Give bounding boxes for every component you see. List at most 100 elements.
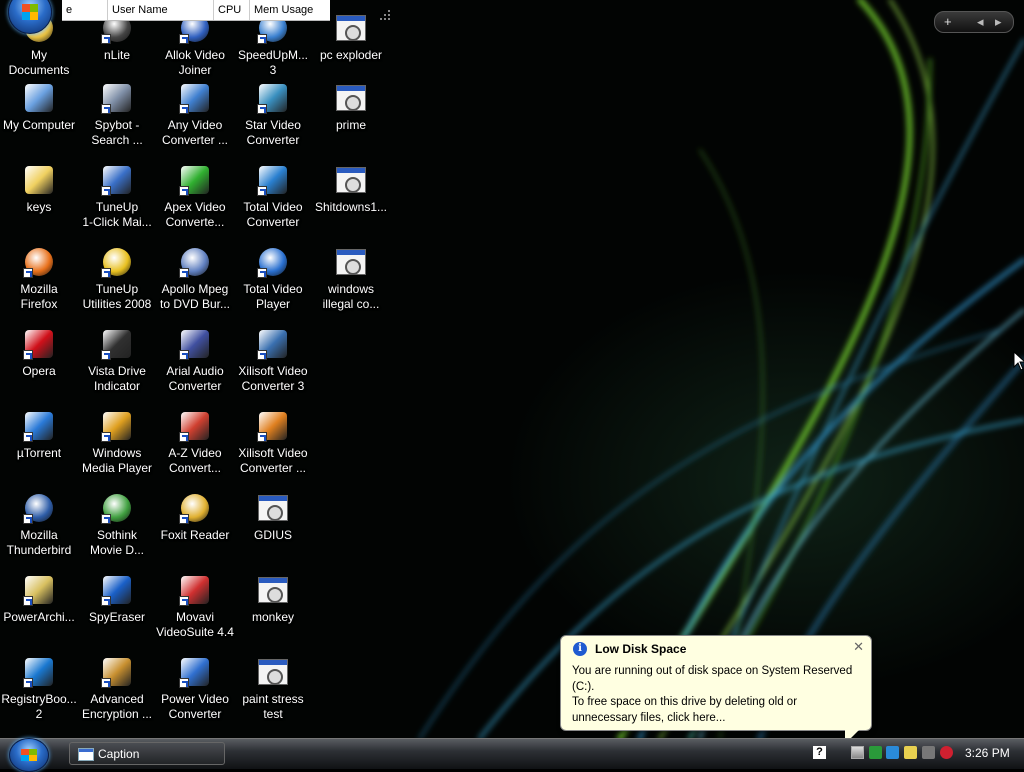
desktop-icon[interactable]: Opera [0, 328, 78, 410]
clock[interactable]: 3:26 PM [965, 746, 1010, 760]
add-gadget-button[interactable]: + [944, 14, 952, 29]
application-window-icon [257, 574, 289, 606]
shortcut-arrow-icon [23, 678, 33, 688]
desktop-icon[interactable]: Apollo Mpeg to DVD Bur... [156, 246, 234, 328]
desktop-icon-label: nLite [103, 48, 131, 62]
desktop-icon[interactable]: windows illegal co... [312, 246, 390, 328]
column-header-mem-usage[interactable]: Mem Usage [250, 0, 330, 20]
shortcut-arrow-icon [23, 432, 33, 442]
drive-indicator-icon [101, 328, 133, 360]
desktop-icon-label: Foxit Reader [160, 528, 230, 542]
desktop-icon[interactable]: keys [0, 164, 78, 246]
desktop-icon[interactable]: RegistryBoo... 2 [0, 656, 78, 738]
start-button[interactable] [9, 738, 49, 772]
desktop-icon[interactable]: Total Video Converter [234, 164, 312, 246]
thunderbird-icon [23, 492, 55, 524]
desktop-icon[interactable]: TuneUp Utilities 2008 [78, 246, 156, 328]
desktop-icon[interactable]: A-Z Video Convert... [156, 410, 234, 492]
help-icon[interactable]: ? [813, 746, 826, 759]
arial-audio-icon [179, 328, 211, 360]
desktop-icon[interactable]: Vista Drive Indicator [78, 328, 156, 410]
shortcut-arrow-icon [23, 596, 33, 606]
apex-video-converter-icon [179, 164, 211, 196]
desktop-icon[interactable]: paint stress test [234, 656, 312, 738]
desktop-icon[interactable]: Apex Video Converte... [156, 164, 234, 246]
desktop-icon[interactable]: Xilisoft Video Converter ... [234, 410, 312, 492]
low-disk-warning-icon[interactable] [851, 746, 864, 759]
desktop-icon-label: windows illegal co... [322, 282, 380, 311]
notification-title: Low Disk Space [595, 642, 687, 656]
desktop-icon[interactable]: PowerArchi... [0, 574, 78, 656]
desktop-icon[interactable]: SpyEraser [78, 574, 156, 656]
desktop-icon[interactable]: Mozilla Firefox [0, 246, 78, 328]
shortcut-arrow-icon [179, 514, 189, 524]
column-header-name[interactable]: e [62, 0, 108, 20]
desktop-icon-label: Vista Drive Indicator [88, 364, 146, 393]
application-window-icon [335, 246, 367, 278]
tuneup-utilities-icon [101, 246, 133, 278]
security-icon[interactable] [904, 746, 917, 759]
shortcut-arrow-icon [179, 432, 189, 442]
movavi-icon [179, 574, 211, 606]
desktop-icon[interactable]: TuneUp 1-Click Mai... [78, 164, 156, 246]
media-player-icon [101, 410, 133, 442]
desktop-icon[interactable]: Any Video Converter ... [156, 82, 234, 164]
desktop-icon-label: paint stress test [242, 692, 304, 721]
desktop-icon[interactable]: µTorrent [0, 410, 78, 492]
shortcut-arrow-icon [23, 514, 33, 524]
close-icon[interactable]: ✕ [853, 639, 864, 655]
resize-grip-icon[interactable] [378, 8, 392, 22]
desktop-icon[interactable]: Windows Media Player [78, 410, 156, 492]
task-manager-header[interactable]: e User Name CPU Mem Usage [62, 0, 330, 21]
desktop-icon[interactable]: GDIUS [234, 492, 312, 574]
column-header-user-name[interactable]: User Name [108, 0, 214, 20]
desktop-icon[interactable]: Total Video Player [234, 246, 312, 328]
desktop-icon[interactable]: prime [312, 82, 390, 164]
mouse-cursor-icon [1013, 350, 1024, 376]
shortcut-arrow-icon [101, 34, 111, 44]
desktop-icon[interactable]: Star Video Converter [234, 82, 312, 164]
desktop-icon-label: My Documents [8, 48, 70, 77]
display-icon[interactable] [886, 746, 899, 759]
computer-icon [23, 82, 55, 114]
low-disk-space-notification[interactable]: i Low Disk Space ✕ You are running out o… [560, 635, 872, 744]
taskbar-button-caption[interactable]: Caption [69, 742, 225, 765]
desktop-icon[interactable]: monkey [234, 574, 312, 656]
desktop-icon[interactable]: Spybot - Search ... [78, 82, 156, 164]
volume-icon[interactable] [922, 746, 935, 759]
shortcut-arrow-icon [23, 350, 33, 360]
desktop-icon-label: Arial Audio Converter [166, 364, 224, 393]
desktop-icon-label: Apex Video Converte... [164, 200, 226, 229]
desktop-icon[interactable]: Arial Audio Converter [156, 328, 234, 410]
desktop-icon-label: PowerArchi... [3, 610, 75, 624]
spyeraser-icon [101, 574, 133, 606]
desktop-icon[interactable]: Advanced Encryption ... [78, 656, 156, 738]
desktop-icon[interactable]: Xilisoft Video Converter 3 [234, 328, 312, 410]
powerarchiver-icon [23, 574, 55, 606]
shortcut-arrow-icon [101, 432, 111, 442]
desktop-icon-label: My Computer [2, 118, 76, 132]
registrybooster-icon [23, 656, 55, 688]
network-icon[interactable] [869, 746, 882, 759]
desktop-icon[interactable]: Sothink Movie D... [78, 492, 156, 574]
desktop-icon-label: keys [26, 200, 52, 214]
shortcut-arrow-icon [179, 186, 189, 196]
previous-gadget-button[interactable]: ◂ [977, 14, 984, 29]
desktop-icon[interactable]: My Computer [0, 82, 78, 164]
desktop-icon-label: TuneUp Utilities 2008 [82, 282, 152, 311]
desktop-icon[interactable]: Mozilla Thunderbird [0, 492, 78, 574]
desktop[interactable]: My Documents My Computer keys Mozilla Firef… [0, 0, 1024, 738]
desktop-icon-label: prime [335, 118, 366, 132]
antivirus-shield-icon[interactable] [940, 746, 953, 759]
shortcut-arrow-icon [179, 350, 189, 360]
notification-body[interactable]: You are running out of disk space on Sys… [572, 664, 864, 726]
desktop-icon[interactable]: Movavi VideoSuite 4.4 [156, 574, 234, 656]
desktop-icon-label: Any Video Converter ... [161, 118, 229, 147]
column-header-cpu[interactable]: CPU [214, 0, 250, 20]
desktop-icon-label: A-Z Video Convert... [168, 446, 222, 475]
desktop-icon[interactable]: Foxit Reader [156, 492, 234, 574]
desktop-icon[interactable]: Shitdowns1... [312, 164, 390, 246]
desktop-icon[interactable]: Power Video Converter [156, 656, 234, 738]
windows-flag-icon [21, 3, 39, 21]
next-gadget-button[interactable]: ▸ [995, 14, 1002, 29]
